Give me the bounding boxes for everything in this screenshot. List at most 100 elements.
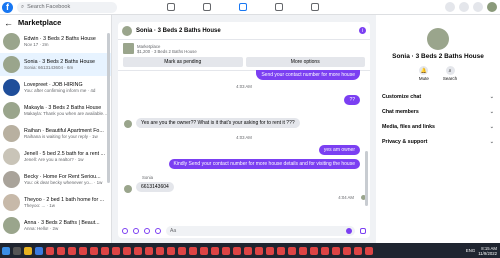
outgoing-message: yes am owner <box>318 145 360 155</box>
chrome-icon[interactable] <box>156 246 164 255</box>
top-right-actions <box>445 2 497 12</box>
conversation-list: Edwin · 3 Beds 2 Baths House Nov 17 · 2m … <box>0 30 111 237</box>
chrome-icon[interactable] <box>189 246 197 255</box>
chrome-icon[interactable] <box>222 246 230 255</box>
sticker-icon[interactable] <box>144 227 150 234</box>
watch-icon[interactable] <box>203 3 211 11</box>
info-icon[interactable]: i <box>359 27 366 34</box>
edge-icon[interactable] <box>35 246 43 255</box>
clock[interactable]: 8:15 AM 11/9/2022 <box>478 246 497 256</box>
message-timestamp: 4:04 AM <box>338 195 354 200</box>
chrome-icon[interactable] <box>288 246 296 255</box>
language-indicator[interactable]: ENG <box>466 248 475 253</box>
media-files-links-section[interactable]: Media, files and links ⌄ <box>376 119 500 134</box>
chrome-icon[interactable] <box>101 246 109 255</box>
facebook-logo[interactable]: f <box>2 1 13 13</box>
customize-chat-section[interactable]: Customize chat ⌄ <box>376 89 500 104</box>
chrome-icon[interactable] <box>68 246 76 255</box>
section-label: Media, files and links <box>382 123 435 130</box>
search-icon: ⌕ <box>21 3 25 10</box>
marketplace-icon[interactable] <box>239 3 247 11</box>
conversation-item[interactable]: Anna · 3 Beds 2 Baths | Beaut... Anna: He… <box>0 214 111 237</box>
gaming-icon[interactable] <box>311 3 319 11</box>
chrome-icon[interactable] <box>200 246 208 255</box>
chrome-icon[interactable] <box>310 246 318 255</box>
chevron-down-icon: ⌄ <box>489 123 494 130</box>
microphone-icon[interactable] <box>122 227 128 234</box>
chat-members-section[interactable]: Chat members ⌄ <box>376 104 500 119</box>
facebook-top-bar: f ⌕ Search Facebook <box>0 0 500 15</box>
search-conversation-button[interactable]: ⌕ Search <box>443 66 457 81</box>
section-label: Privacy & support <box>382 138 428 145</box>
chrome-icon[interactable] <box>211 246 219 255</box>
messenger-icon[interactable] <box>459 2 469 12</box>
search-icon[interactable] <box>13 246 21 255</box>
chrome-icon[interactable] <box>46 246 54 255</box>
mute-button[interactable]: 🔔 Mute <box>419 66 429 81</box>
conversation-snippet: Jenell: Are you a realtor? · 1w <box>24 157 84 162</box>
privacy-support-section[interactable]: Privacy & support ⌄ <box>376 134 500 149</box>
notifications-icon[interactable] <box>473 2 483 12</box>
message-input[interactable]: Aa <box>166 225 355 236</box>
chrome-icon[interactable] <box>167 246 175 255</box>
listing-thumbnail <box>3 125 20 142</box>
conversation-item[interactable]: Edwin · 3 Beds 2 Baths House Nov 17 · 2m <box>0 30 111 53</box>
search-placeholder: Search Facebook <box>27 4 71 10</box>
search-bar[interactable]: ⌕ Search Facebook <box>17 1 117 13</box>
chrome-icon[interactable] <box>57 246 65 255</box>
conversation-snippet: Theyoo: ... · 1w <box>24 203 56 208</box>
file-explorer-icon[interactable] <box>24 246 32 255</box>
chrome-icon[interactable] <box>112 246 120 255</box>
chrome-icon[interactable] <box>365 246 373 255</box>
chrome-icon[interactable] <box>233 246 241 255</box>
emoji-icon[interactable] <box>346 227 352 234</box>
chrome-icon[interactable] <box>145 246 153 255</box>
chevron-down-icon: ⌄ <box>489 138 494 145</box>
conversation-item[interactable]: Lovepreet · JOB HIRING You: after confirm… <box>0 76 111 99</box>
mark-as-pending-button[interactable]: Mark as pending <box>123 57 243 67</box>
profile-avatar[interactable] <box>487 2 497 12</box>
chrome-icon[interactable] <box>343 246 351 255</box>
conversation-item[interactable]: Becky · Home For Rent Seriou... You: ok d… <box>0 168 111 191</box>
chrome-icon[interactable] <box>277 246 285 255</box>
chrome-icon[interactable] <box>299 246 307 255</box>
conversation-item[interactable]: Jenell · 5 bed 2.5 bath for a rent ... Je… <box>0 145 111 168</box>
chevron-down-icon: ⌄ <box>489 108 494 115</box>
conversation-item[interactable]: Theyoo · 2 bed 1 bath home for ... Theyoo… <box>0 191 111 214</box>
chrome-icon[interactable] <box>123 246 131 255</box>
contact-avatar[interactable] <box>427 28 449 50</box>
menu-icon[interactable] <box>445 2 455 12</box>
more-options-button[interactable]: More options <box>245 57 365 67</box>
system-tray: ENG 8:15 AM 11/9/2022 <box>466 246 500 256</box>
thumbs-up-icon[interactable] <box>360 227 366 234</box>
chrome-icon[interactable] <box>90 246 98 255</box>
chrome-icon[interactable] <box>255 246 263 255</box>
chrome-icon[interactable] <box>266 246 274 255</box>
chrome-icon[interactable] <box>178 246 186 255</box>
conversation-snippet: Makayla: Thank you when are available fo… <box>24 111 108 116</box>
home-icon[interactable] <box>167 3 175 11</box>
listing-thumbnail <box>3 148 20 165</box>
listing-price[interactable]: $1,200 · 3 Beds 2 Baths House <box>137 49 197 54</box>
back-arrow-icon[interactable]: ← <box>4 18 13 28</box>
chrome-icon[interactable] <box>79 246 87 255</box>
listing-image[interactable] <box>123 43 134 54</box>
section-label: Customize chat <box>382 93 422 100</box>
chat-scrollbar[interactable] <box>365 151 368 206</box>
start-icon[interactable] <box>2 246 10 255</box>
sidebar-scrollbar[interactable] <box>107 33 110 183</box>
conversation-item-active[interactable]: Sonia · 3 Beds 2 Baths House Sonia: 66131… <box>0 53 111 76</box>
chrome-icon[interactable] <box>244 246 252 255</box>
conversation-item[interactable]: Makayla · 3 Beds 2 Baths House Makayla: T… <box>0 99 111 122</box>
groups-icon[interactable] <box>275 3 283 11</box>
image-icon[interactable] <box>133 227 139 234</box>
sender-avatar <box>124 185 132 193</box>
chrome-icon[interactable] <box>134 246 142 255</box>
gif-icon[interactable] <box>155 227 161 234</box>
listing-banner: Marketplace $1,200 · 3 Beds 2 Baths Hous… <box>118 40 370 71</box>
chrome-icon[interactable] <box>332 246 340 255</box>
conversation-item[interactable]: Raihan · Beautiful Apartment Fo... Raihan… <box>0 122 111 145</box>
chrome-icon[interactable] <box>321 246 329 255</box>
chat-title[interactable]: Sonia · 3 Beds 2 Baths House <box>136 28 221 34</box>
chrome-icon[interactable] <box>354 246 362 255</box>
